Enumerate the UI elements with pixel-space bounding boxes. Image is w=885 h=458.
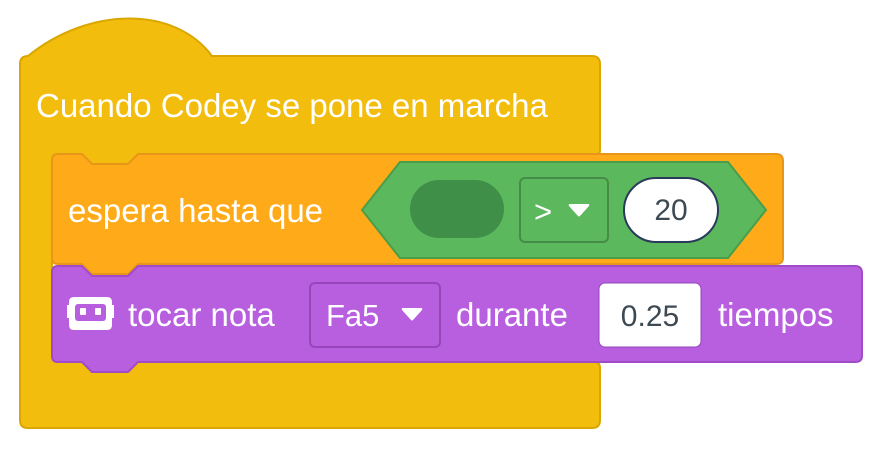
play-note-label-middle: durante	[456, 296, 568, 333]
play-note-label-suffix: tiempos	[718, 296, 834, 333]
operator-dropdown[interactable]: >	[519, 177, 609, 243]
codey-robot-icon	[67, 297, 114, 330]
condition-left-empty-slot[interactable]	[410, 180, 504, 238]
wait-until-block[interactable]: espera hasta que > 20	[51, 153, 784, 275]
play-note-block[interactable]: tocar nota Fa5 durante 0.25 tiempos	[51, 265, 863, 373]
right-value-text: 20	[654, 194, 687, 227]
beats-value: 0.25	[621, 300, 679, 333]
operator-value: >	[534, 194, 552, 229]
condition-greater-than[interactable]: > 20	[360, 161, 768, 259]
script-canvas: Cuando Codey se pone en marcha espera ha…	[19, 17, 863, 429]
note-dropdown[interactable]: Fa5	[309, 282, 441, 348]
hat-block-label: Cuando Codey se pone en marcha	[36, 87, 548, 124]
play-note-label-prefix: tocar nota	[128, 296, 275, 333]
wait-block-label: espera hasta que	[68, 192, 323, 229]
note-value: Fa5	[326, 298, 379, 333]
condition-right-value[interactable]: 20	[623, 177, 719, 243]
beats-input[interactable]: 0.25	[598, 282, 702, 348]
